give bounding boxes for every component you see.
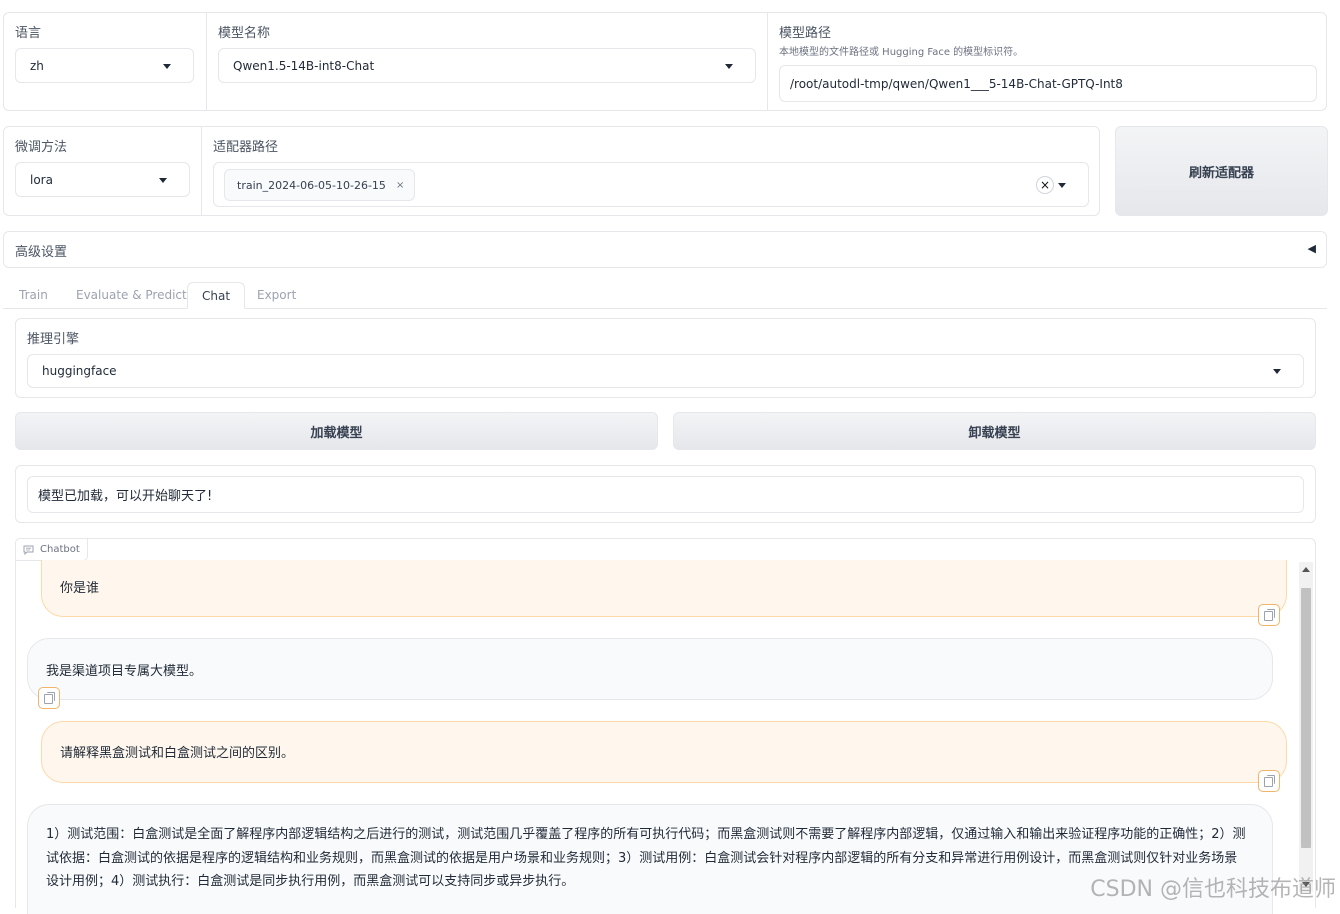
chat-message-user-1: 你是谁 [41,560,1287,617]
message-text: 我是渠道项目专属大模型。 [46,664,203,679]
model-path-info: 本地模型的文件路径或 Hugging Face 的模型标识符。 [779,47,1024,58]
clear-icon[interactable]: × [1036,176,1054,194]
chat-message-bot-2: 1）测试范围：白盒测试是全面了解程序内部逻辑结构之后进行的测试，测试范围几乎覆盖… [27,804,1273,914]
engine-block: 推理引擎 huggingface [15,318,1316,398]
message-text: 请解释黑盒测试和白盒测试之间的区别。 [60,746,295,761]
watermark: CSDN @信也科技布道师 [1090,877,1336,902]
status-output: 模型已加载，可以开始聊天了! [27,476,1304,513]
tab-chat[interactable]: Chat [187,282,246,309]
model-name-value: Qwen1.5-14B-int8-Chat [233,58,375,73]
model-config-row: 语言 zh 模型名称 Qwen1.5-14B-int8-Chat 模型路径 本地… [3,12,1327,111]
model-path-label: 模型路径 [779,26,832,41]
chevron-down-icon [163,63,171,69]
chatbot-tag: Chatbot [15,538,88,561]
chevron-down-icon [725,63,733,69]
language-label: 语言 [15,26,42,41]
scroll-thumb[interactable] [1301,588,1311,848]
message-text: 你是谁 [60,581,100,596]
finetune-label: 微调方法 [15,140,68,155]
finetune-cell: 微调方法 lora [4,127,201,215]
tab-evaluate-predict[interactable]: Evaluate & Predict [62,282,201,309]
model-path-cell: 模型路径 本地模型的文件路径或 Hugging Face 的模型标识符。 /ro… [767,13,1326,110]
load-model-button[interactable]: 加载模型 [15,412,658,450]
language-cell: 语言 zh [4,13,206,110]
language-select[interactable]: zh [15,48,194,83]
status-block: 模型已加载，可以开始聊天了! [15,465,1316,523]
copy-icon[interactable] [1258,604,1280,626]
engine-value: huggingface [42,364,117,378]
scroll-up-icon[interactable] [1302,567,1310,572]
main-tabs: Train Evaluate & Predict Chat Export [3,282,1327,309]
chevron-down-icon [1273,369,1281,374]
model-name-select[interactable]: Qwen1.5-14B-int8-Chat [218,48,756,83]
unload-model-button[interactable]: 卸载模型 [673,412,1316,450]
chip-remove-icon[interactable]: × [396,180,404,191]
chevron-down-icon [159,177,167,183]
chat-message-user-2: 请解释黑盒测试和白盒测试之间的区别。 [41,721,1287,783]
adapter-multiselect[interactable]: train_2024-06-05-10-26-15 × × [213,162,1089,207]
model-path-input[interactable]: /root/autodl-tmp/qwen/Qwen1___5-14B-Chat… [779,65,1317,102]
copy-icon[interactable] [38,687,60,709]
advanced-settings-label: 高级设置 [15,245,68,260]
chatbot-label: Chatbot [40,544,80,555]
chat-message-bot-1: 我是渠道项目专属大模型。 [27,638,1273,700]
tab-train[interactable]: Train [5,282,62,309]
collapse-triangle-icon: ◀ [1307,242,1316,255]
language-value: zh [30,58,44,73]
adapter-config-row: 微调方法 lora 适配器路径 train_2024-06-05-10-26-1… [3,126,1100,216]
adapter-label: 适配器路径 [213,140,279,155]
adapter-cell: 适配器路径 train_2024-06-05-10-26-15 × × [201,127,1099,215]
adapter-chip-label: train_2024-06-05-10-26-15 [237,178,386,192]
tab-export[interactable]: Export [243,282,310,309]
model-name-label: 模型名称 [218,26,271,41]
refresh-adapters-button[interactable]: 刷新适配器 [1115,126,1328,216]
finetune-select[interactable]: lora [15,162,190,197]
chat-icon [23,545,34,555]
copy-icon[interactable] [1258,770,1280,792]
model-name-cell: 模型名称 Qwen1.5-14B-int8-Chat [206,13,767,110]
adapter-chip: train_2024-06-05-10-26-15 × [224,169,416,201]
engine-select[interactable]: huggingface [27,354,1304,388]
chat-scrollbar[interactable] [1299,562,1313,892]
advanced-settings-accordion[interactable]: 高级设置 ◀ [3,231,1327,268]
engine-label: 推理引擎 [27,332,80,347]
message-text: 1）测试范围：白盒测试是全面了解程序内部逻辑结构之后进行的测试，测试范围几乎覆盖… [46,827,1246,889]
chevron-down-icon [1058,182,1066,188]
finetune-value: lora [30,172,53,187]
